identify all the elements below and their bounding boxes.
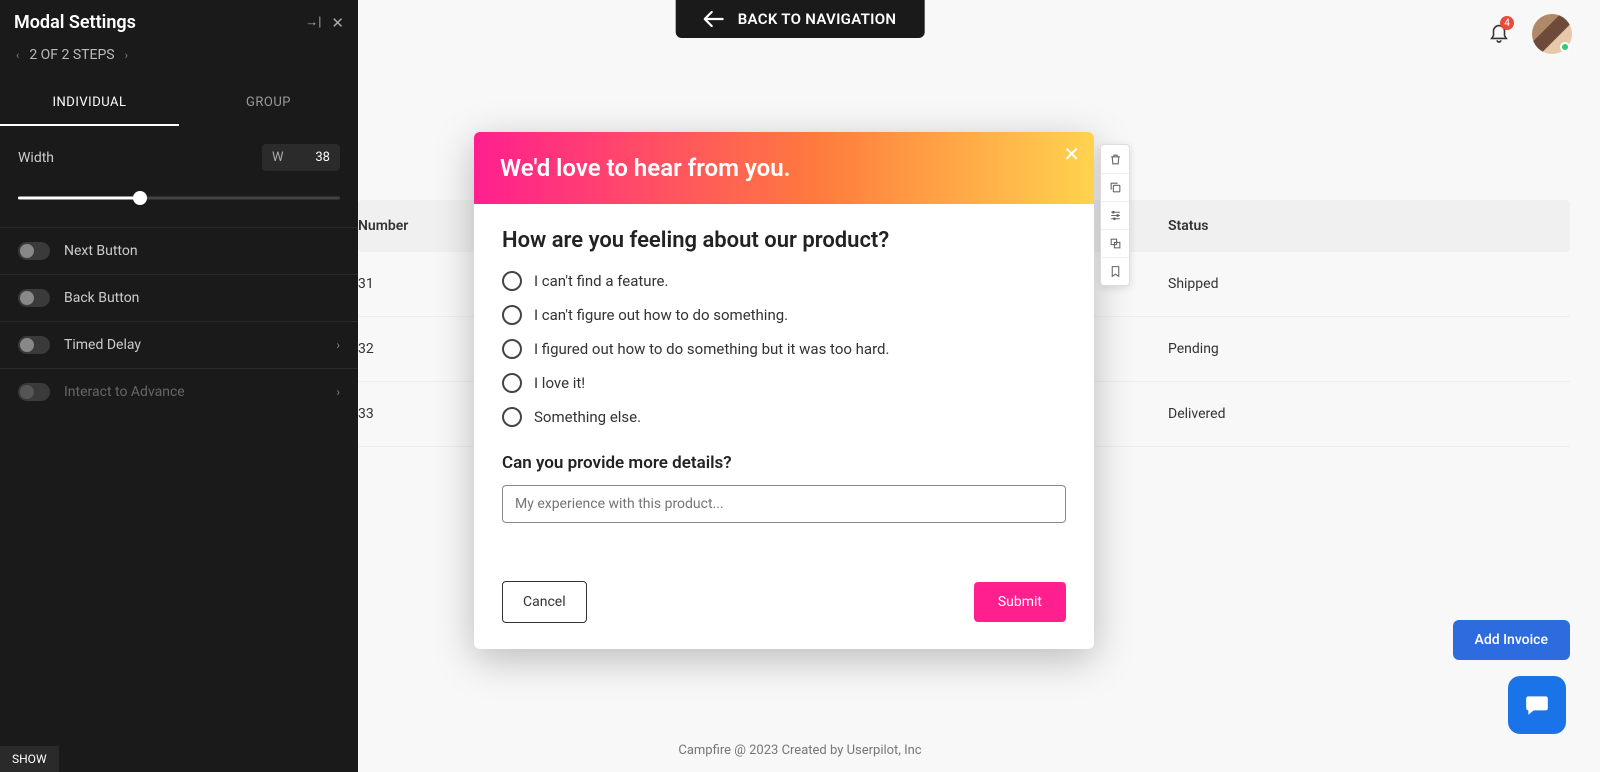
option-timed-delay[interactable]: Timed Delay › <box>0 321 358 368</box>
bookmark-tool-icon[interactable] <box>1101 257 1129 285</box>
step-prev-icon[interactable]: ‹ <box>16 49 19 62</box>
chat-button[interactable] <box>1508 676 1566 734</box>
submit-button[interactable]: Submit <box>974 582 1066 622</box>
cell-status: Delivered <box>1168 406 1225 422</box>
notifications-count: 4 <box>1500 16 1514 30</box>
col-header-status: Status <box>1168 218 1208 234</box>
user-avatar[interactable] <box>1532 14 1572 54</box>
option-interact-advance[interactable]: Interact to Advance › <box>0 368 358 415</box>
online-status-dot <box>1560 42 1570 52</box>
cell-status: Pending <box>1168 341 1219 357</box>
close-panel-icon[interactable]: ✕ <box>331 14 344 32</box>
option-next-button[interactable]: Next Button <box>0 227 358 274</box>
feedback-modal: We'd love to hear from you. ✕ How are yo… <box>474 132 1094 649</box>
width-value-box[interactable]: W 38 <box>262 144 340 171</box>
arrow-left-icon <box>704 11 724 27</box>
question-2: Can you provide more details? <box>502 453 1066 473</box>
radio-icon[interactable] <box>502 407 522 427</box>
radio-option[interactable]: I can't figure out how to do something. <box>502 305 1066 325</box>
details-input[interactable] <box>502 485 1066 523</box>
radio-option[interactable]: I figured out how to do something but it… <box>502 339 1066 359</box>
question-1: How are you feeling about our product? <box>502 228 1066 253</box>
slider-thumb[interactable] <box>133 191 147 205</box>
copy-tool-icon[interactable] <box>1101 173 1129 201</box>
option-back-button[interactable]: Back Button <box>0 274 358 321</box>
show-button[interactable]: SHOW <box>0 746 59 772</box>
tab-group[interactable]: GROUP <box>179 81 358 126</box>
radio-icon[interactable] <box>502 373 522 393</box>
toggle-back-button[interactable] <box>18 289 50 307</box>
panel-title: Modal Settings <box>14 12 136 33</box>
toggle-interact-advance[interactable] <box>18 383 50 401</box>
width-label: Width <box>18 150 54 166</box>
step-next-icon[interactable]: › <box>125 49 128 62</box>
radio-option[interactable]: I love it! <box>502 373 1066 393</box>
chevron-right-icon: › <box>336 385 340 399</box>
toggle-next-button[interactable] <box>18 242 50 260</box>
radio-option[interactable]: Something else. <box>502 407 1066 427</box>
width-slider[interactable] <box>18 187 340 209</box>
settings-tool-icon[interactable] <box>1101 201 1129 229</box>
delete-tool-icon[interactable] <box>1101 145 1129 173</box>
tab-individual[interactable]: INDIVIDUAL <box>0 81 179 126</box>
modal-banner-title: We'd love to hear from you. <box>500 154 1068 182</box>
notifications-button[interactable]: 4 <box>1488 20 1510 48</box>
chat-icon <box>1523 692 1551 718</box>
toggle-timed-delay[interactable] <box>18 336 50 354</box>
close-modal-icon[interactable]: ✕ <box>1063 142 1080 166</box>
steps-indicator: ‹ 2 OF 2 STEPS › <box>0 39 358 81</box>
width-value: 38 <box>315 150 330 165</box>
radio-icon[interactable] <box>502 271 522 291</box>
editor-toolbox <box>1100 144 1130 286</box>
footer-text: Campfire @ 2023 Created by Userpilot, In… <box>678 743 921 758</box>
cell-status: Shipped <box>1168 276 1218 292</box>
modal-settings-panel: Modal Settings →| ✕ ‹ 2 OF 2 STEPS › IND… <box>0 0 358 772</box>
steps-text: 2 OF 2 STEPS <box>29 47 114 63</box>
back-to-navigation[interactable]: BACK TO NAVIGATION <box>676 0 925 38</box>
add-invoice-button[interactable]: Add Invoice <box>1453 620 1570 660</box>
duplicate-tool-icon[interactable] <box>1101 229 1129 257</box>
radio-option[interactable]: I can't find a feature. <box>502 271 1066 291</box>
radio-icon[interactable] <box>502 339 522 359</box>
chevron-right-icon: › <box>336 338 340 352</box>
width-letter: W <box>272 150 284 165</box>
radio-icon[interactable] <box>502 305 522 325</box>
collapse-panel-icon[interactable]: →| <box>305 14 321 32</box>
cancel-button[interactable]: Cancel <box>502 581 587 623</box>
